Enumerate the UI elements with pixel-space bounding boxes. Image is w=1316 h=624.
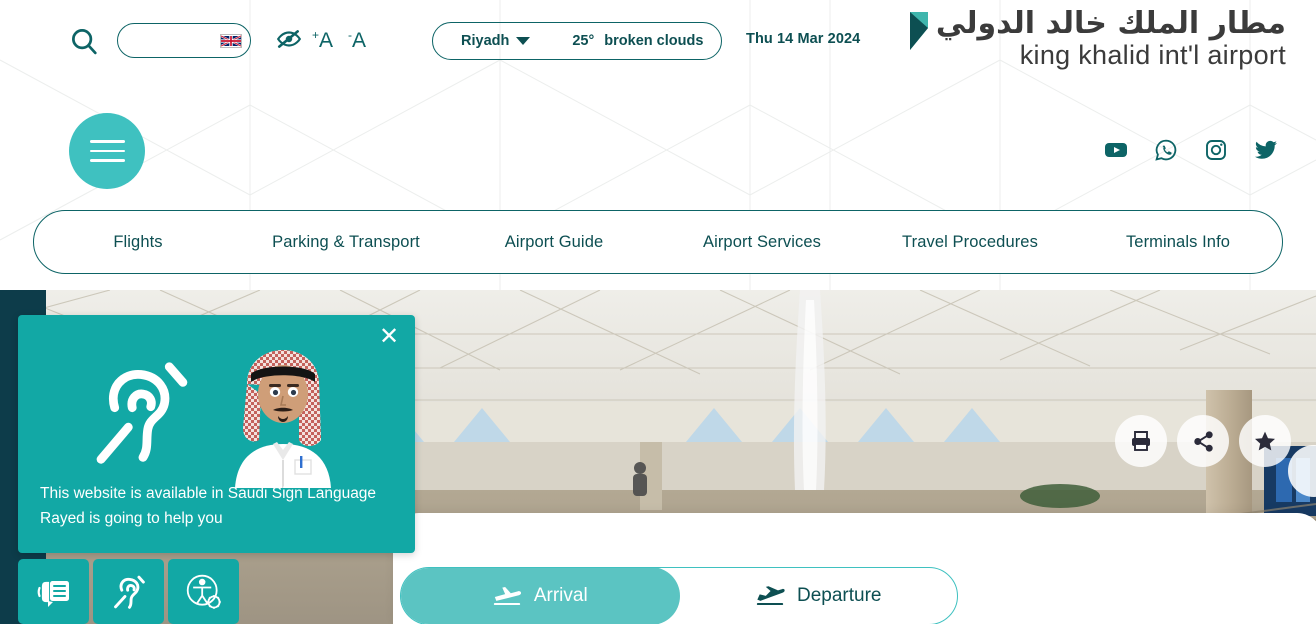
flight-tabs: Arrival Departure [400, 567, 958, 624]
tab-arrival[interactable]: Arrival [401, 568, 680, 624]
text-to-speech-icon[interactable] [18, 559, 89, 624]
popup-line-2: Rayed is going to help you [40, 509, 223, 527]
decrease-font-label: A [352, 29, 367, 52]
whatsapp-icon[interactable] [1154, 138, 1178, 162]
search-input[interactable] [126, 33, 220, 48]
close-icon[interactable]: ✕ [376, 324, 402, 350]
increase-font-sign: + [312, 28, 320, 42]
twitter-icon[interactable] [1254, 138, 1278, 162]
share-icon[interactable] [1177, 415, 1229, 467]
accessibility-settings-icon[interactable] [168, 559, 239, 624]
tab-arrival-label: Arrival [533, 585, 588, 606]
weather-widget[interactable]: Riyadh 25° broken clouds [432, 22, 722, 60]
nav-item-terminals-info[interactable]: Terminals Info [1074, 233, 1282, 252]
sign-language-popup: ✕ This website is available in Saudi Sig… [18, 315, 415, 553]
search-box[interactable] [117, 23, 251, 58]
uk-flag-icon[interactable] [220, 33, 242, 48]
rayed-avatar [235, 350, 331, 488]
nav-item-flights[interactable]: Flights [34, 233, 242, 252]
flight-board-panel: Arrival Departure [393, 513, 1316, 624]
menu-bar-2 [89, 149, 125, 153]
site-header: +A -A Riyadh 25° broken clouds Thu 14 Ma… [0, 0, 1316, 290]
popup-text: This website is available in Saudi Sign … [40, 481, 412, 531]
tab-departure[interactable]: Departure [680, 568, 958, 624]
weather-condition: broken clouds [604, 33, 704, 49]
search-icon[interactable] [68, 25, 100, 57]
plane-landing-icon [493, 587, 521, 605]
site-logo[interactable]: مطار الملك خالد الدولي king khalid int'l… [908, 8, 1286, 70]
social-links [1104, 138, 1278, 162]
increase-font-button[interactable]: +A [312, 28, 333, 53]
youtube-icon[interactable] [1104, 138, 1128, 162]
weather-city-selector[interactable]: Riyadh [461, 33, 531, 49]
eye-off-icon[interactable] [276, 26, 302, 52]
instagram-icon[interactable] [1204, 138, 1228, 162]
menu-icon[interactable] [69, 113, 145, 189]
sign-language-icon[interactable] [93, 559, 164, 624]
current-date: Thu 14 Mar 2024 [746, 31, 861, 47]
print-icon[interactable] [1115, 415, 1167, 467]
nav-item-travel-procedures[interactable]: Travel Procedures [866, 233, 1074, 252]
kkia-logo-mark [909, 12, 928, 50]
increase-font-label: A [319, 29, 334, 52]
hearing-impaired-icon [96, 362, 188, 464]
popup-line-1: This website is available in Saudi Sign … [40, 484, 377, 502]
page-root: +A -A Riyadh 25° broken clouds Thu 14 Ma… [0, 0, 1316, 624]
weather-city-label: Riyadh [461, 33, 510, 49]
logo-english-text: king khalid int'l airport [1019, 39, 1286, 70]
favorite-star-icon[interactable] [1239, 415, 1291, 467]
plane-takeoff-icon [756, 586, 785, 605]
nav-item-parking-transport[interactable]: Parking & Transport [242, 233, 450, 252]
menu-bar-1 [89, 140, 125, 143]
weather-temperature: 25° [572, 33, 595, 49]
nav-item-airport-guide[interactable]: Airport Guide [450, 233, 658, 252]
accessibility-toolbar [18, 559, 239, 624]
tab-departure-label: Departure [797, 585, 882, 606]
nav-item-airport-services[interactable]: Airport Services [658, 233, 866, 252]
main-navigation: Flights Parking & Transport Airport Guid… [33, 210, 1283, 274]
logo-arabic-text: مطار الملك خالد الدولي [935, 6, 1286, 41]
decrease-font-button[interactable]: -A [348, 28, 366, 53]
chevron-down-icon [516, 37, 531, 45]
menu-bar-3 [89, 159, 125, 162]
page-actions [1115, 415, 1291, 467]
